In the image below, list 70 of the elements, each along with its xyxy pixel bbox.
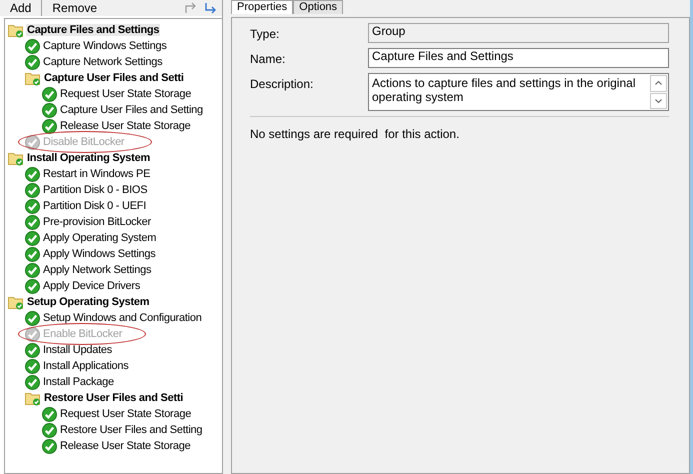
check-circle-icon <box>25 278 40 294</box>
folder-check-icon <box>25 70 41 86</box>
folder-check-icon <box>8 294 24 310</box>
caret-up-icon <box>655 81 662 86</box>
check-circle-icon <box>25 214 40 230</box>
scroll-down-button[interactable] <box>650 92 667 109</box>
check-circle-icon <box>42 406 57 422</box>
caret-down-icon <box>655 98 662 103</box>
check-circle-icon <box>25 134 40 150</box>
info-text: No settings are required for this action. <box>250 127 460 141</box>
check-circle-icon <box>25 326 40 342</box>
field-label: Description: <box>250 76 314 91</box>
check-circle-icon <box>25 262 40 278</box>
check-circle-icon <box>25 374 40 390</box>
folder-check-icon <box>25 390 41 406</box>
tree-item[interactable]: Capture Windows Settings <box>42 40 168 52</box>
check-circle-icon <box>25 182 40 198</box>
tab[interactable]: Properties <box>231 0 294 14</box>
field-label: Type: <box>250 26 280 41</box>
description-text: Actions to capture files and settings in the original operating system <box>371 75 636 106</box>
tree-item[interactable]: Request User State Storage <box>59 88 192 100</box>
tree-item[interactable]: Restore User Files and Setti <box>43 392 184 404</box>
tree-item[interactable]: Capture Files and Settings <box>26 24 160 36</box>
tree-item[interactable]: Capture User Files and Setti <box>43 72 185 84</box>
check-circle-icon <box>25 230 40 246</box>
check-circle-icon <box>25 54 40 70</box>
tree-item[interactable]: Request User State Storage <box>59 408 192 420</box>
description-field[interactable]: Actions to capture files and settings in the original operating system <box>368 73 669 111</box>
check-circle-icon <box>25 38 40 54</box>
check-circle-icon <box>25 358 40 374</box>
tab[interactable]: Options <box>293 0 344 14</box>
check-circle-icon <box>42 118 57 134</box>
tree-item[interactable]: Install Operating System <box>26 152 151 164</box>
check-circle-icon <box>25 246 40 262</box>
folder-check-icon <box>8 150 24 166</box>
tree-item[interactable]: Pre-provision BitLocker <box>42 216 152 228</box>
scroll-up-button[interactable] <box>650 75 667 92</box>
tree-item[interactable]: Capture Network Settings <box>42 56 164 68</box>
tree-item[interactable]: Setup Operating System <box>26 296 150 308</box>
check-circle-icon <box>42 422 57 438</box>
field-label: Name: <box>250 51 286 66</box>
tree-item[interactable]: Capture User Files and Setting <box>59 104 204 116</box>
tree-item[interactable]: Install Applications <box>42 360 130 372</box>
tree-item[interactable]: Release User State Storage <box>59 440 192 452</box>
tree-item[interactable]: Setup Windows and Configuration <box>42 312 203 324</box>
tree-item[interactable]: Restore User Files and Setting <box>59 424 204 436</box>
check-circle-icon <box>25 342 40 358</box>
check-circle-icon <box>25 166 40 182</box>
tree-item[interactable]: Apply Network Settings <box>42 264 152 276</box>
tree-item[interactable]: Apply Device Drivers <box>42 280 142 292</box>
tree-item[interactable]: Partition Disk 0 - UEFI <box>42 200 148 212</box>
check-circle-icon <box>42 102 57 118</box>
add-menu[interactable]: Add <box>6 1 36 15</box>
tree-item[interactable]: Partition Disk 0 - BIOS <box>42 184 148 196</box>
remove-button[interactable]: Remove <box>48 1 102 15</box>
tree-item[interactable]: Release User State Storage <box>59 120 192 132</box>
tree-item[interactable]: Install Updates <box>42 344 114 356</box>
check-circle-icon <box>42 438 57 454</box>
text-field[interactable]: Capture Files and Settings <box>368 48 669 68</box>
tree-item[interactable]: Restart in Windows PE <box>42 168 152 180</box>
tree-item[interactable]: Apply Windows Settings <box>42 248 156 260</box>
check-circle-icon <box>42 86 57 102</box>
tree-item[interactable]: Apply Operating System <box>42 232 158 244</box>
tree-item[interactable]: Install Package <box>42 376 115 388</box>
move-up-icon[interactable] <box>184 2 198 14</box>
check-circle-icon <box>25 198 40 214</box>
check-circle-icon <box>25 310 40 326</box>
text-field[interactable]: Group <box>368 23 669 43</box>
move-down-icon[interactable] <box>204 2 218 14</box>
folder-check-icon <box>8 22 24 38</box>
